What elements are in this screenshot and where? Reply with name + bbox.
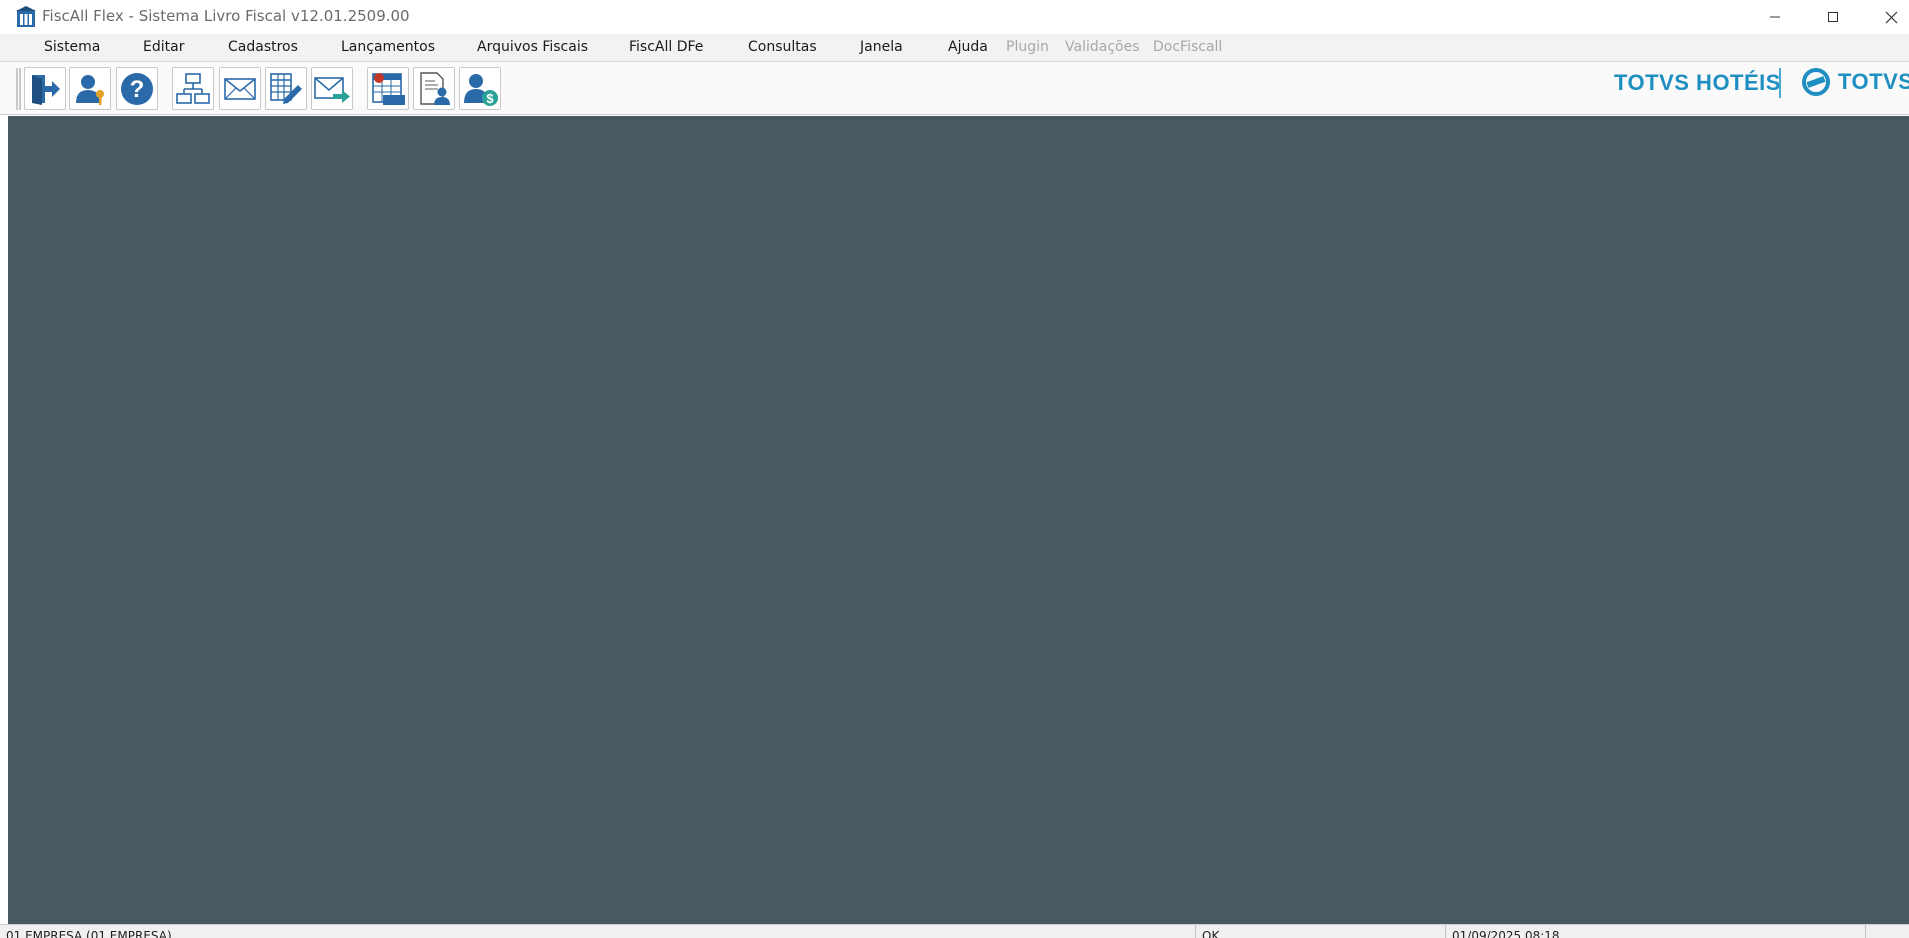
maximize-button[interactable] bbox=[1804, 0, 1862, 34]
menu-validacoes: Validações bbox=[1065, 39, 1140, 55]
user-finance-button[interactable]: $ bbox=[459, 67, 501, 110]
exit-button[interactable] bbox=[24, 67, 66, 110]
toolbar-grip[interactable] bbox=[16, 68, 21, 110]
help-button[interactable]: ? bbox=[116, 67, 158, 110]
document-user-icon bbox=[420, 71, 450, 105]
envelope-icon bbox=[224, 77, 256, 100]
svg-text:?: ? bbox=[130, 76, 145, 103]
window-left-border bbox=[0, 116, 8, 924]
user-access-button[interactable] bbox=[69, 67, 111, 110]
menu-docfiscall: DocFiscall bbox=[1153, 39, 1223, 55]
status-bar: 01 EMPRESA (01 EMPRESA) OK 01/09/2025 08… bbox=[0, 924, 1909, 938]
menu-consultas[interactable]: Consultas bbox=[748, 39, 817, 55]
maximize-icon bbox=[1828, 12, 1838, 22]
svg-text:$: $ bbox=[486, 91, 494, 106]
menu-plugin: Plugin bbox=[1006, 39, 1049, 55]
brand-divider bbox=[1779, 68, 1781, 98]
menu-cadastros[interactable]: Cadastros bbox=[228, 39, 298, 55]
app-window: FiscAll Flex - Sistema Livro Fiscal v12.… bbox=[0, 0, 1909, 938]
status-message: OK bbox=[1196, 925, 1446, 938]
menu-bar: Sistema Editar Cadastros Lançamentos Arq… bbox=[0, 34, 1909, 62]
menu-fiscall-dfe[interactable]: FiscAll DFe bbox=[629, 39, 703, 55]
help-icon: ? bbox=[121, 72, 153, 105]
brand-totvs-hoteis: TOTVS HOTÉIS bbox=[1614, 70, 1781, 95]
menu-lancamentos[interactable]: Lançamentos bbox=[341, 39, 435, 55]
minimize-button[interactable] bbox=[1746, 0, 1804, 34]
menu-janela[interactable]: Janela bbox=[860, 39, 903, 55]
org-chart-icon bbox=[176, 72, 210, 104]
title-bar[interactable]: FiscAll Flex - Sistema Livro Fiscal v12.… bbox=[0, 0, 1909, 34]
menu-sistema[interactable]: Sistema bbox=[44, 39, 100, 55]
user-money-icon: $ bbox=[464, 73, 498, 106]
menu-editar[interactable]: Editar bbox=[143, 39, 184, 55]
icms-button[interactable] bbox=[367, 67, 409, 110]
close-icon bbox=[1885, 11, 1897, 23]
status-company: 01 EMPRESA (01 EMPRESA) bbox=[0, 925, 1196, 938]
close-button[interactable] bbox=[1862, 0, 1909, 34]
mail-button[interactable] bbox=[219, 67, 261, 110]
menu-ajuda[interactable]: Ajuda bbox=[948, 39, 988, 55]
menu-arquivos-fiscais[interactable]: Arquivos Fiscais bbox=[477, 39, 588, 55]
spreadsheet-edit-button[interactable] bbox=[265, 67, 307, 110]
brand-totvs-text: TOTVS bbox=[1838, 69, 1909, 94]
status-datetime: 01/09/2025 08:18 bbox=[1446, 925, 1866, 938]
document-user-button[interactable] bbox=[413, 67, 455, 110]
org-chart-button[interactable] bbox=[172, 67, 214, 110]
mail-send-button[interactable] bbox=[311, 67, 353, 110]
spreadsheet-edit-icon bbox=[270, 72, 302, 104]
minimize-icon bbox=[1770, 16, 1780, 18]
app-logo-icon bbox=[16, 6, 36, 27]
brand-totvs-logo: TOTVS bbox=[1802, 68, 1909, 96]
totvs-logo-icon bbox=[1802, 68, 1830, 96]
window-title: FiscAll Flex - Sistema Livro Fiscal v12.… bbox=[42, 7, 410, 25]
envelope-send-icon bbox=[314, 76, 350, 103]
exit-door-icon bbox=[32, 74, 60, 105]
mdi-workspace[interactable] bbox=[8, 116, 1909, 924]
icms-table-icon bbox=[372, 72, 405, 105]
user-key-icon bbox=[76, 74, 104, 105]
